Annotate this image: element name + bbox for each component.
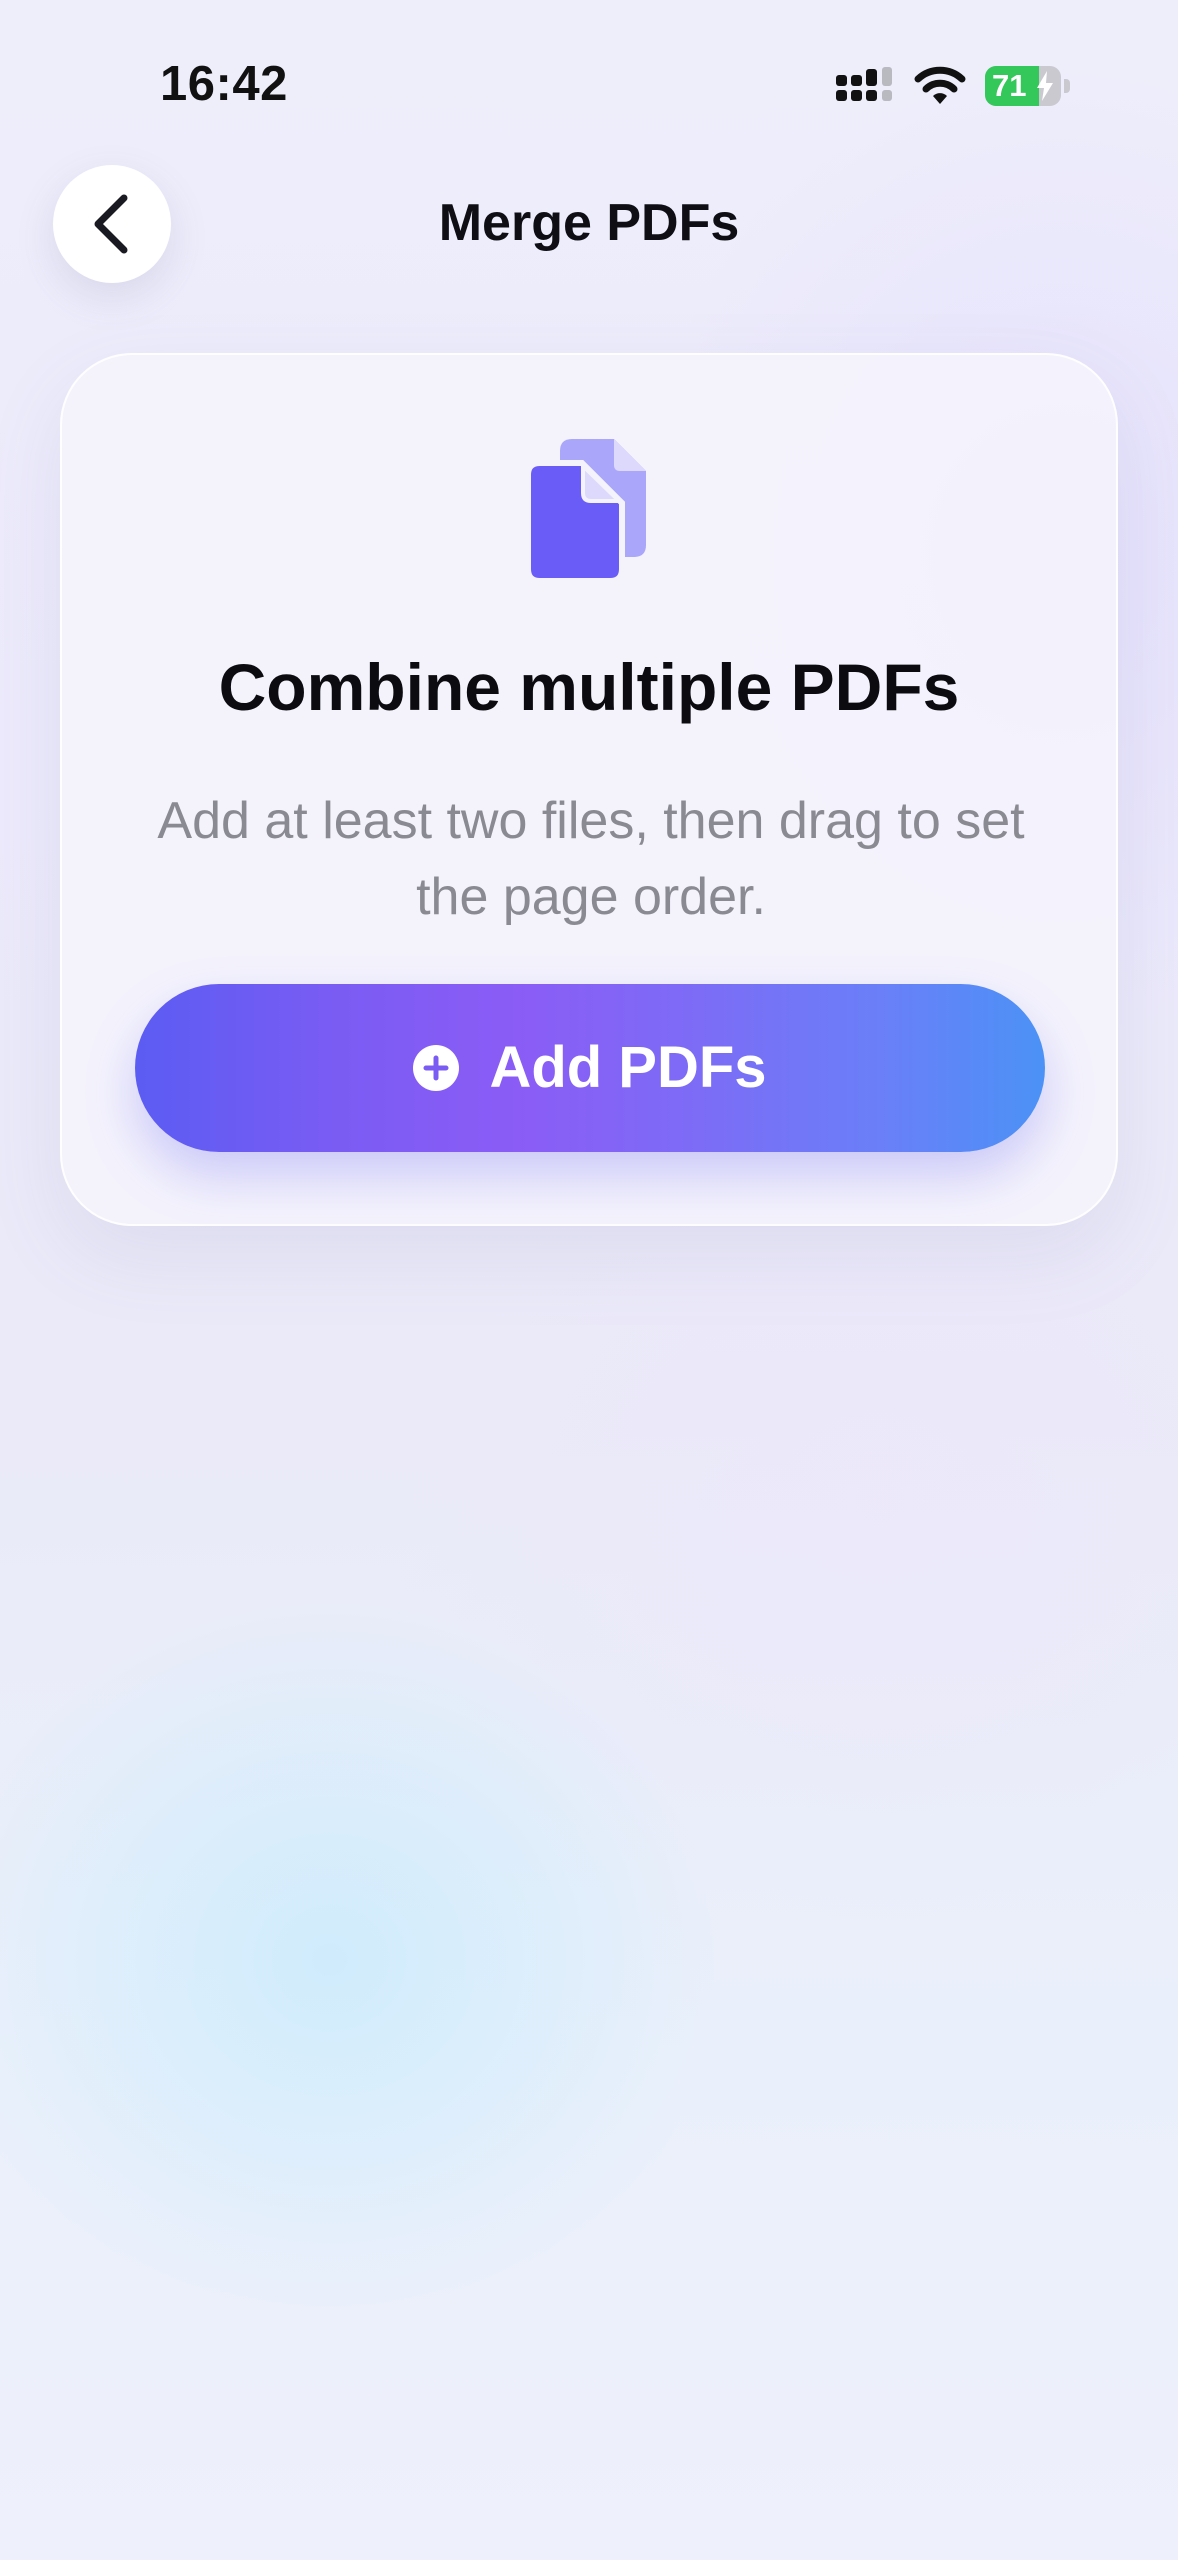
documents-icon (528, 439, 646, 584)
merge-card: Combine multiple PDFs Add at least two f… (60, 353, 1118, 1226)
wifi-icon (914, 66, 966, 104)
plus-circle-icon (413, 1045, 460, 1091)
battery-icon: 71 (985, 66, 1071, 106)
chevron-left-icon (94, 194, 128, 254)
cellular-signal-icon (836, 67, 892, 101)
status-time: 16:42 (160, 57, 288, 111)
back-button[interactable] (53, 165, 171, 283)
charging-bolt-icon (1037, 71, 1053, 101)
page-title: Merge PDFs (438, 194, 740, 252)
add-pdfs-button[interactable]: Add PDFs (135, 984, 1045, 1152)
card-heading: Combine multiple PDFs (218, 650, 960, 724)
battery-percent: 71 (992, 68, 1027, 103)
add-pdfs-label: Add PDFs (489, 1035, 767, 1100)
status-bar: 16:42 71 (0, 0, 1178, 170)
card-subtext: Add at least two files, then drag to set… (157, 792, 1025, 926)
